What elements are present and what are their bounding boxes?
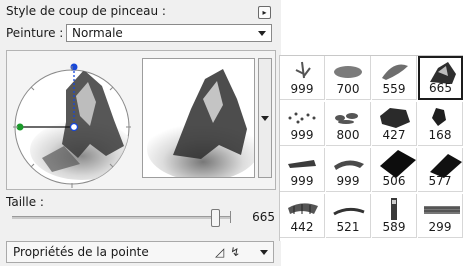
brush-preset[interactable]: 999 bbox=[280, 102, 325, 146]
size-slider-track[interactable] bbox=[12, 216, 230, 219]
brush-preset[interactable]: 999 bbox=[280, 148, 325, 192]
tip-properties-label: Propriétés de la pointe bbox=[13, 245, 149, 259]
brush-size-label: 800 bbox=[336, 128, 360, 142]
brush-preset[interactable]: 577 bbox=[418, 148, 463, 192]
center-handle[interactable] bbox=[69, 122, 79, 132]
tip-tool-icons[interactable]: ◿ ↯ bbox=[215, 245, 242, 259]
brush-preset[interactable]: 999 bbox=[326, 148, 371, 192]
dynamics-icon: ↯ bbox=[230, 245, 241, 259]
brush-size-label: 506 bbox=[382, 174, 406, 188]
brush-size-label: 999 bbox=[290, 82, 314, 96]
brush-size-label: 521 bbox=[336, 220, 360, 234]
brush-style-title: Style de coup de pinceau : bbox=[6, 4, 166, 18]
brush-tip-icon: ◿ bbox=[215, 245, 225, 259]
brush-size-label: 999 bbox=[336, 174, 360, 188]
preview-scroll[interactable] bbox=[258, 58, 272, 178]
brush-size-label: 427 bbox=[382, 128, 406, 142]
expand-button[interactable]: ▸ bbox=[258, 6, 271, 19]
size-value[interactable]: 665 bbox=[235, 208, 275, 226]
brush-size-label: 299 bbox=[428, 220, 452, 234]
paint-mode-value: Normale bbox=[72, 26, 123, 40]
brush-preset[interactable]: 427 bbox=[372, 102, 417, 146]
chevron-down-icon bbox=[261, 116, 269, 121]
brush-size-label: 442 bbox=[290, 220, 314, 234]
brush-preset[interactable]: 589 bbox=[372, 194, 417, 238]
brush-size-label: 999 bbox=[290, 174, 314, 188]
paint-label: Peinture : bbox=[6, 26, 64, 40]
size-slider-thumb[interactable] bbox=[211, 209, 220, 227]
brush-size-label: 700 bbox=[336, 82, 360, 96]
brush-presets-grid: 999 700 559 665 999 800 427 168 999 999 506 577 442 5… bbox=[279, 55, 463, 241]
chevron-down-icon bbox=[260, 250, 268, 255]
brush-preset[interactable]: 442 bbox=[280, 194, 325, 238]
brush-size-label: 559 bbox=[382, 82, 406, 96]
brush-style-panel: Style de coup de pinceau : ▸ Peinture : … bbox=[0, 0, 281, 266]
brush-preset[interactable]: 800 bbox=[326, 102, 371, 146]
chevron-down-icon bbox=[258, 31, 266, 36]
brush-size-label: 589 bbox=[382, 220, 406, 234]
tip-properties-bar[interactable]: Propriétés de la pointe ◿ ↯ bbox=[6, 241, 274, 263]
brush-preset-selected[interactable]: 665 bbox=[418, 56, 463, 100]
brush-size-label: 999 bbox=[290, 128, 314, 142]
brush-preset[interactable]: 506 bbox=[372, 148, 417, 192]
brush-size-label: 665 bbox=[429, 81, 452, 95]
brush-preset[interactable]: 559 bbox=[372, 56, 417, 100]
size-slider-tick bbox=[230, 211, 231, 223]
brush-size-label: 577 bbox=[428, 174, 452, 188]
brush-size-label: 168 bbox=[428, 128, 452, 142]
brush-preset[interactable]: 521 bbox=[326, 194, 371, 238]
brush-preset[interactable]: 700 bbox=[326, 56, 371, 100]
angle-rotation-control[interactable] bbox=[6, 50, 141, 190]
size-label: Taille : bbox=[6, 195, 44, 209]
brush-preset[interactable]: 168 bbox=[418, 102, 463, 146]
stroke-preview bbox=[142, 58, 255, 178]
paint-mode-select[interactable]: Normale bbox=[66, 24, 272, 42]
brush-preset[interactable]: 999 bbox=[280, 56, 325, 100]
brush-preset[interactable]: 299 bbox=[418, 194, 463, 238]
